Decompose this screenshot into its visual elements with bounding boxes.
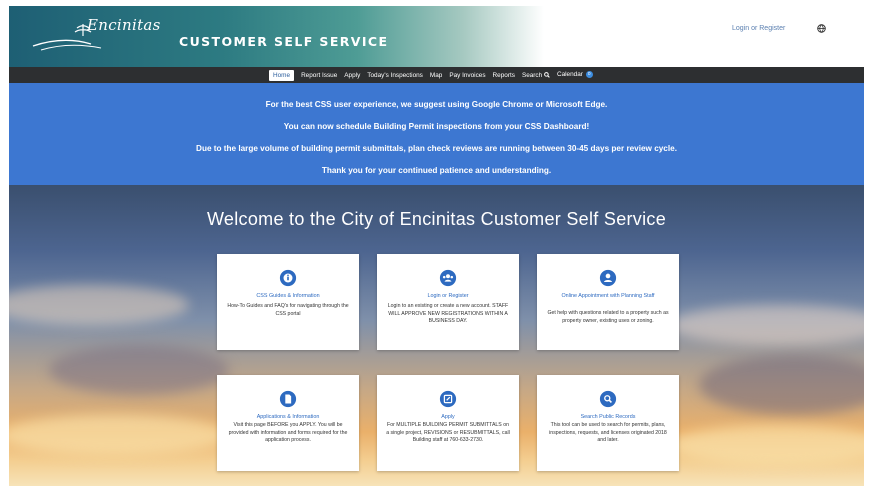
- search-icon: [544, 71, 550, 78]
- info-icon: [279, 269, 297, 287]
- nav-items: Home Report Issue Apply Today's Inspecti…: [269, 67, 600, 83]
- nav-search-label: Search: [521, 71, 543, 79]
- welcome-title: Welcome to the City of Encinitas Custome…: [206, 209, 667, 229]
- globe-icon[interactable]: [817, 24, 826, 33]
- card-title: Login or Register: [427, 293, 469, 299]
- users-icon: [439, 269, 457, 287]
- card-description: Get help with questions related to a pro…: [547, 310, 669, 324]
- document-icon: [279, 390, 297, 408]
- card-search-public-records[interactable]: Search Public Records This tool can be u…: [537, 375, 679, 471]
- nav-todays-inspections[interactable]: Today's Inspections: [367, 72, 423, 79]
- announcement-line: For the best CSS user experience, we sug…: [265, 100, 608, 109]
- announcement-line: Thank you for your continued patience an…: [321, 166, 552, 175]
- logo-wordmark: Encinitas: [87, 16, 161, 34]
- nav-calendar-label: Calendar: [556, 71, 583, 79]
- card-css-guides[interactable]: CSS Guides & Information How-To Guides a…: [217, 254, 359, 350]
- header-banner: Encinitas CUSTOMER SELF SERVICE: [9, 6, 544, 67]
- card-description: This tool can be used to search for perm…: [549, 422, 667, 444]
- card-title: Applications & Information: [256, 414, 320, 420]
- nav-apply[interactable]: Apply: [344, 72, 360, 79]
- site-header: Encinitas CUSTOMER SELF SERVICE Login or…: [9, 6, 864, 67]
- app-title: CUSTOMER SELF SERVICE: [179, 34, 389, 49]
- nav-home[interactable]: Home: [269, 69, 295, 81]
- cloud-decoration: [669, 305, 864, 345]
- cloud-decoration: [699, 355, 864, 415]
- cloud-decoration: [9, 285, 189, 325]
- search-icon: [599, 390, 617, 408]
- card-login-register[interactable]: Login or Register Login to an existing o…: [377, 254, 519, 350]
- cloud-decoration: [669, 425, 864, 465]
- edit-icon: [439, 390, 457, 408]
- announcement-line: Due to the large volume of building perm…: [196, 144, 677, 153]
- nav-reports[interactable]: Reports: [493, 72, 515, 79]
- card-title: Search Public Records: [580, 414, 636, 420]
- nav-map[interactable]: Map: [430, 72, 442, 79]
- nav-report-issue[interactable]: Report Issue: [301, 72, 337, 79]
- announcement-banner: For the best CSS user experience, we sug…: [9, 83, 864, 185]
- cloud-decoration: [9, 415, 229, 455]
- cloud-decoration: [49, 345, 229, 395]
- card-title: CSS Guides & Information: [256, 293, 320, 299]
- card-description: For MULTIPLE BUILDING PERMIT SUBMITTALS …: [386, 422, 510, 444]
- nav-calendar[interactable]: Calendar 0: [556, 71, 593, 79]
- card-applications-info[interactable]: Applications & Information Visit this pa…: [217, 375, 359, 471]
- nav-search[interactable]: Search: [522, 72, 550, 79]
- card-online-appointment[interactable]: Online Appointment with Planning Staff G…: [537, 254, 679, 350]
- card-description: Login to an existing or create a new acc…: [387, 303, 509, 325]
- announcement-line: You can now schedule Building Permit ins…: [283, 122, 590, 131]
- card-apply[interactable]: Apply For MULTIPLE BUILDING PERMIT SUBMI…: [377, 375, 519, 471]
- user-icon: [599, 269, 617, 287]
- card-title: Apply: [441, 414, 455, 420]
- main-nav: Home Report Issue Apply Today's Inspecti…: [9, 67, 864, 83]
- card-description: How-To Guides and FAQ's for navigating t…: [227, 303, 349, 317]
- nav-pay-invoices[interactable]: Pay Invoices: [449, 72, 485, 79]
- calendar-count-badge: 0: [585, 71, 593, 79]
- login-register-link[interactable]: Login or Register: [732, 25, 785, 32]
- card-title: Online Appointment with Planning Staff: [561, 293, 655, 299]
- card-description: Visit this page BEFORE you APPLY. You wi…: [228, 422, 348, 444]
